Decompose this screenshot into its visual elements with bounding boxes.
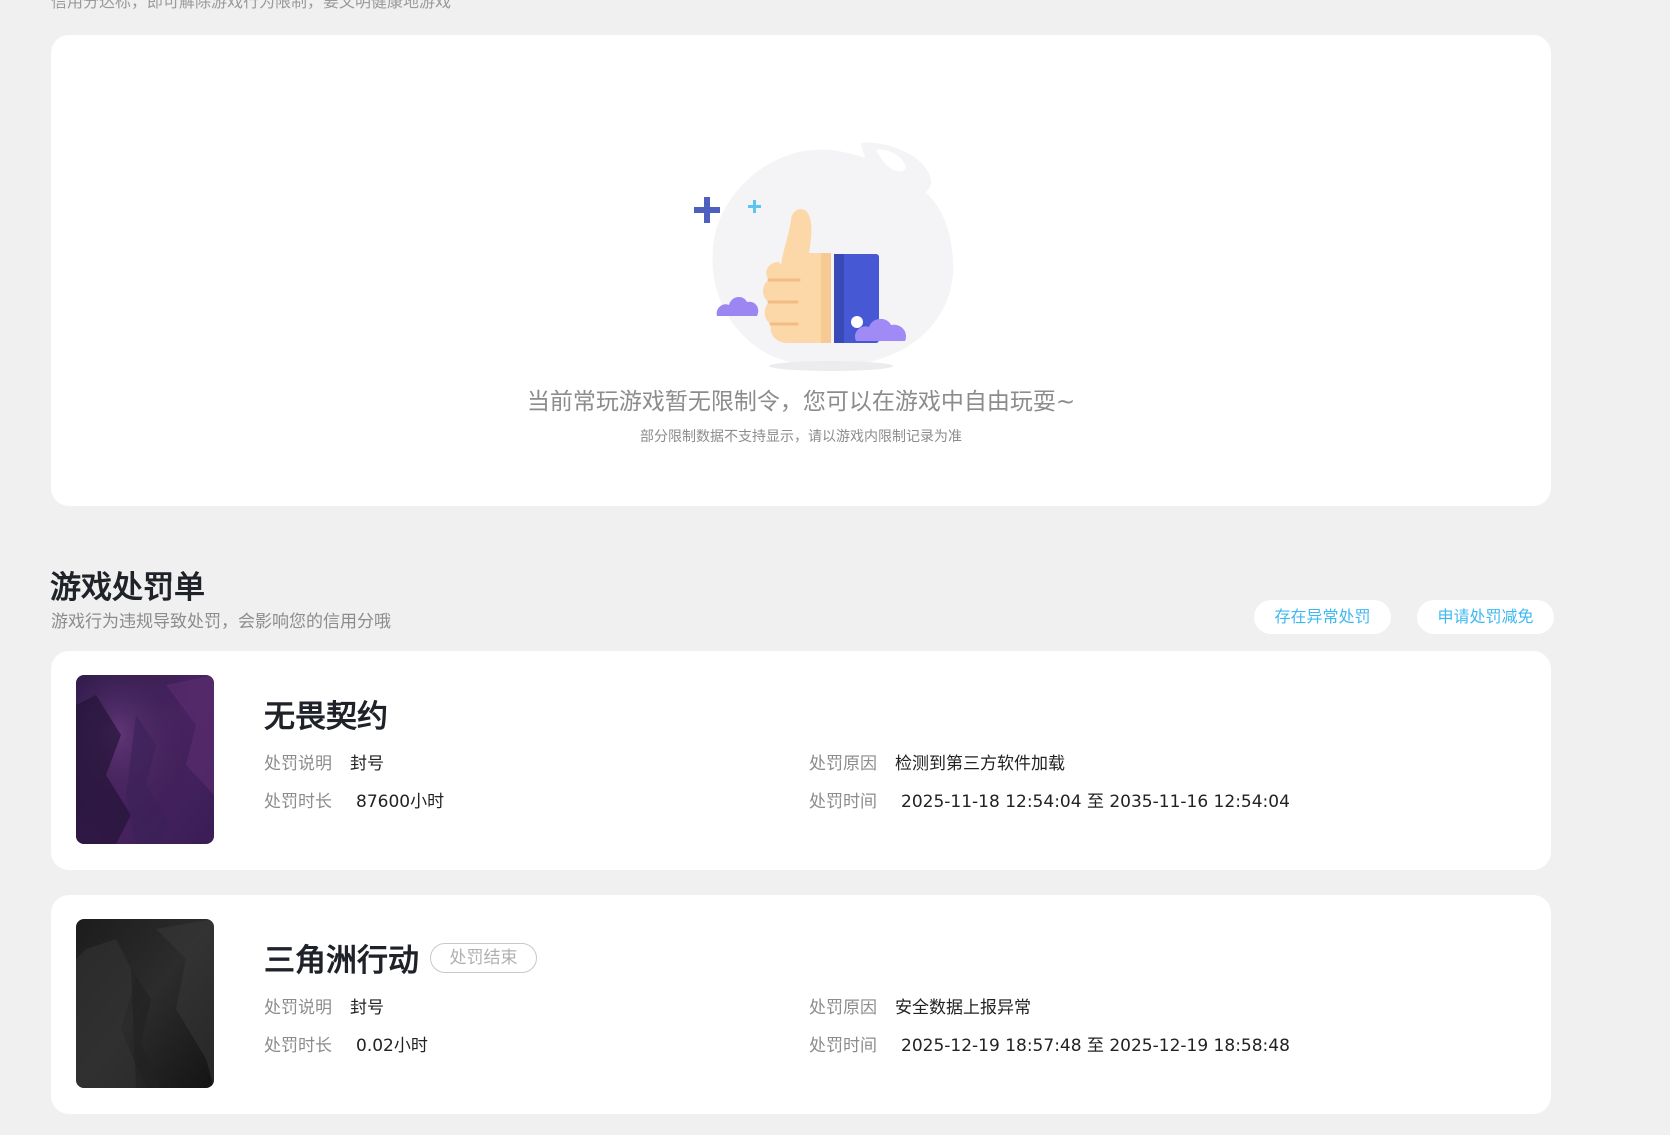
penalty-desc-label: 处罚说明 — [264, 998, 332, 1018]
penalty-reason-value: 检测到第三方软件加载 — [895, 754, 1065, 774]
penalty-desc-value: 封号 — [350, 754, 384, 774]
section-subtitle: 游戏行为违规导致处罚，会影响您的信用分哦 — [51, 612, 391, 632]
thumbs-up-icon — [671, 110, 991, 395]
penalty-card[interactable]: 三角洲行动 处罚结束 处罚说明 封号 处罚时长 0.02小时 处罚原因 安全数据上报异… — [51, 895, 1551, 1114]
page: 信用分达标，即可解除游戏行为限制，要文明健康地游戏 当前常玩游戏暂无限制令，您可… — [0, 0, 1670, 1135]
penalty-time-value: 2025-11-18 12:54:04 至 2035-11-16 12:54:0… — [901, 792, 1290, 812]
penalty-time-value: 2025-12-19 18:57:48 至 2025-12-19 18:58:4… — [901, 1036, 1290, 1056]
penalty-time-label: 处罚时间 — [809, 1036, 877, 1056]
penalty-desc-value: 封号 — [350, 998, 384, 1018]
game-title: 三角洲行动 — [264, 943, 419, 979]
penalty-desc-label: 处罚说明 — [264, 754, 332, 774]
penalty-card[interactable]: 无畏契约 处罚说明 封号 处罚时长 87600小时 处罚原因 检测到第三方软件加载 处… — [51, 651, 1551, 870]
penalty-time-row: 处罚时间 2025-12-19 18:57:48 至 2025-12-19 18:… — [809, 1031, 1290, 1056]
game-cover-image — [76, 919, 214, 1088]
penalty-duration-row: 处罚时长 0.02小时 — [264, 1031, 428, 1056]
penalty-duration-label: 处罚时长 — [264, 792, 332, 812]
penalty-desc-row: 处罚说明 封号 — [264, 993, 384, 1018]
penalty-reason-label: 处罚原因 — [809, 998, 877, 1018]
report-anomaly-button[interactable]: 存在异常处罚 — [1254, 600, 1391, 634]
section-title: 游戏处罚单 — [50, 570, 205, 606]
penalty-duration-label: 处罚时长 — [264, 1036, 332, 1056]
credit-hint-text: 信用分达标，即可解除游戏行为限制，要文明健康地游戏 — [51, 0, 452, 11]
penalty-reason-row: 处罚原因 安全数据上报异常 — [809, 993, 1031, 1018]
penalty-reason-label: 处罚原因 — [809, 754, 877, 774]
game-cover-image — [76, 675, 214, 844]
penalty-reason-row: 处罚原因 检测到第三方软件加载 — [809, 749, 1065, 774]
empty-state-message: 当前常玩游戏暂无限制令，您可以在游戏中自由玩耍~ — [526, 389, 1076, 415]
penalty-time-label: 处罚时间 — [809, 792, 877, 812]
penalty-duration-value: 87600小时 — [356, 792, 445, 812]
penalty-desc-row: 处罚说明 封号 — [264, 749, 384, 774]
status-badge: 处罚结束 — [430, 943, 537, 973]
penalty-duration-value: 0.02小时 — [356, 1036, 428, 1056]
empty-state-note: 部分限制数据不支持显示，请以游戏内限制记录为准 — [640, 429, 962, 445]
apply-reduction-button[interactable]: 申请处罚减免 — [1417, 600, 1554, 634]
game-title: 无畏契约 — [264, 699, 388, 735]
penalty-reason-value: 安全数据上报异常 — [895, 998, 1031, 1018]
penalty-time-row: 处罚时间 2025-11-18 12:54:04 至 2035-11-16 12:… — [809, 787, 1290, 812]
penalty-duration-row: 处罚时长 87600小时 — [264, 787, 444, 812]
restriction-empty-card: 当前常玩游戏暂无限制令，您可以在游戏中自由玩耍~ 部分限制数据不支持显示，请以游… — [51, 35, 1551, 506]
